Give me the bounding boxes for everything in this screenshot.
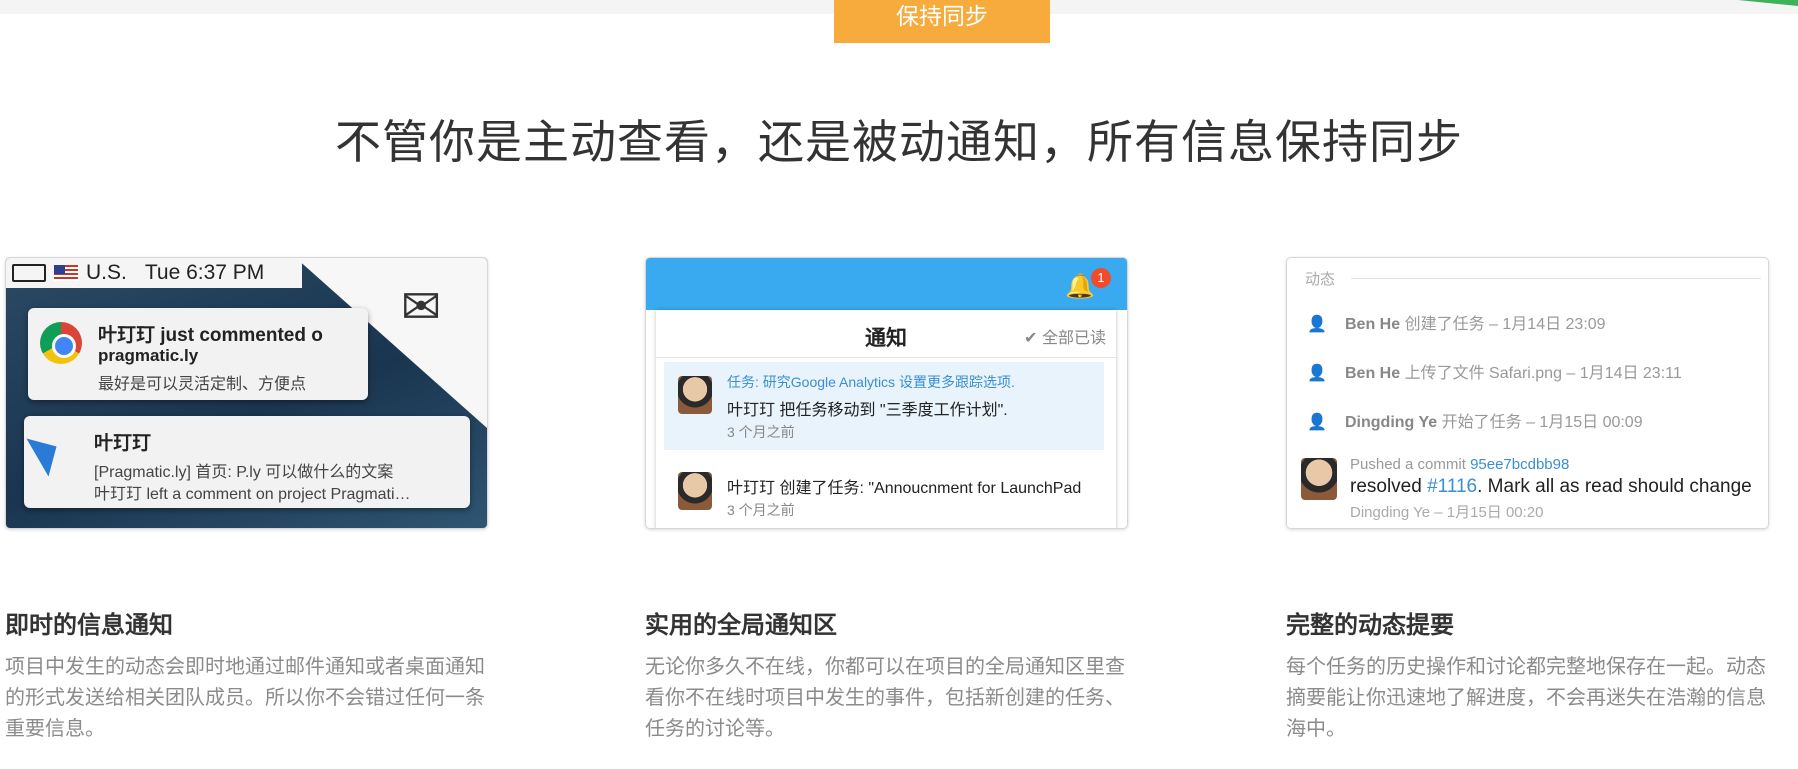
commit-footer: Dingding Ye – 1月15日 00:20	[1350, 504, 1544, 521]
battery-icon	[12, 264, 46, 282]
notification-pragmatic[interactable]: 叶玎玎 [Pragmatic.ly] 首页: P.ly 可以做什么的文案 叶玎玎…	[24, 416, 470, 508]
activity-user: Ben He	[1345, 365, 1401, 382]
person-icon: 👤	[1307, 414, 1327, 431]
mark-all-read-label: 全部已读	[1041, 330, 1106, 347]
notification-line2: 叶玎玎 left a comment on project Pragmati…	[94, 486, 411, 503]
corner-ribbon-icon	[1738, 0, 1798, 6]
activity-user: Ben He	[1345, 316, 1401, 333]
notification-source: pragmatic.ly	[98, 346, 199, 365]
commit-message-rest: . Mark all as read should change	[1477, 476, 1752, 497]
activity-time: – 1月14日 23:09	[1489, 316, 1606, 333]
feature-title: 即时的信息通知	[5, 612, 173, 639]
commit-message: resolved #1116. Mark all as read should …	[1350, 476, 1752, 498]
notification-line1: [Pragmatic.ly] 首页: P.ly 可以做什么的文案	[94, 464, 394, 481]
notification-title: 叶玎玎	[94, 433, 152, 454]
activity-action: 上传了文件 Safari.png	[1404, 365, 1562, 382]
commit-hash-link[interactable]: 95ee7bcdbb98	[1470, 456, 1569, 473]
issue-link[interactable]: #1116	[1427, 476, 1477, 497]
activity-user: Dingding Ye	[1345, 414, 1438, 431]
notification-item[interactable]: 叶玎玎 创建了任务: "Annoucnment for LaunchPad 3 …	[664, 460, 1104, 528]
avatar	[678, 472, 712, 510]
feature-description: 每个任务的历史操作和讨论都完整地保存在一起。动态摘要能让你迅速地了解进度，不会再…	[1286, 656, 1766, 740]
activity-row: 👤 Ben He 创建了任务 – 1月14日 23:09	[1307, 310, 1606, 334]
unread-badge: 1	[1091, 268, 1111, 288]
commit-meta: Pushed a commit 95ee7bcdbb98	[1350, 456, 1569, 473]
commit-message-prefix: resolved	[1350, 476, 1422, 497]
activity-action: 创建了任务	[1404, 316, 1485, 333]
feature-title: 实用的全局通知区	[645, 612, 837, 639]
avatar	[1301, 458, 1337, 500]
notification-title: 叶玎玎 just commented o	[98, 325, 323, 346]
panel-header: 通知 ✔ 全部已读	[656, 310, 1116, 358]
desktop-notification-screenshot: U.S. Tue 6:37 PM ✉ 叶玎玎 just commented o …	[5, 257, 488, 529]
avatar	[678, 376, 712, 414]
page-headline: 不管你是主动查看，还是被动通知，所有信息保持同步	[335, 116, 1463, 168]
clock-label: Tue 6:37 PM	[144, 261, 265, 284]
activity-feed-screenshot: 动态 👤 Ben He 创建了任务 – 1月14日 23:09 👤 Ben He 上…	[1286, 257, 1769, 529]
envelope-icon: ✉	[401, 281, 442, 334]
notification-dropdown: 通知 ✔ 全部已读 任务: 研究Google Analytics 设置更多跟踪选…	[656, 310, 1116, 528]
notification-body: 最好是可以灵活定制、方便点	[98, 376, 307, 393]
activity-row: 👤 Dingding Ye 开始了任务 – 1月15日 00:09	[1307, 408, 1643, 432]
mac-menubar: U.S. Tue 6:37 PM	[6, 258, 302, 288]
feed-label: 动态	[1305, 271, 1336, 288]
feature-description: 无论你多久不在线，你都可以在项目的全局通知区里查看你不在线时项目中发生的事件，包…	[645, 656, 1125, 740]
check-circle-icon: ✔	[1024, 330, 1042, 347]
item-text: 叶玎玎 把任务移动到 "三季度工作计划".	[727, 402, 1008, 419]
item-time: 3 个月之前	[727, 502, 795, 518]
activity-time: – 1月14日 23:11	[1566, 365, 1682, 382]
mark-all-read-button[interactable]: ✔ 全部已读	[1024, 324, 1106, 348]
us-flag-icon	[54, 265, 78, 281]
divider	[1351, 278, 1761, 279]
item-link[interactable]: 任务: 研究Google Analytics 设置更多跟踪选项.	[727, 372, 1015, 392]
notification-panel-screenshot: 🔔 1 通知 ✔ 全部已读 任务: 研究Google Analytics 设置更…	[645, 257, 1128, 529]
commit-prefix: Pushed a commit	[1350, 456, 1466, 473]
notification-chrome[interactable]: 叶玎玎 just commented o pragmatic.ly 最好是可以灵…	[28, 308, 368, 400]
notification-item[interactable]: 任务: 研究Google Analytics 设置更多跟踪选项. 叶玎玎 把任务…	[664, 362, 1104, 450]
section-tab[interactable]: 保持同步	[834, 0, 1050, 43]
activity-action: 开始了任务	[1441, 414, 1522, 431]
person-icon: 👤	[1307, 316, 1327, 333]
chrome-icon	[40, 322, 82, 364]
item-text: 叶玎玎 创建了任务: "Annoucnment for LaunchPad	[727, 480, 1082, 497]
item-time: 3 个月之前	[727, 424, 795, 440]
activity-row: 👤 Ben He 上传了文件 Safari.png – 1月14日 23:11	[1307, 359, 1682, 383]
top-bar: 🔔 1	[646, 258, 1127, 310]
feature-title: 完整的动态提要	[1286, 612, 1454, 639]
activity-time: – 1月15日 00:09	[1526, 414, 1643, 431]
person-icon: 👤	[1307, 365, 1327, 382]
feature-description: 项目中发生的动态会即时地通过邮件通知或者桌面通知的形式发送给相关团队成员。所以你…	[5, 656, 485, 740]
paper-plane-icon	[26, 427, 68, 477]
region-label: U.S.	[86, 261, 127, 284]
